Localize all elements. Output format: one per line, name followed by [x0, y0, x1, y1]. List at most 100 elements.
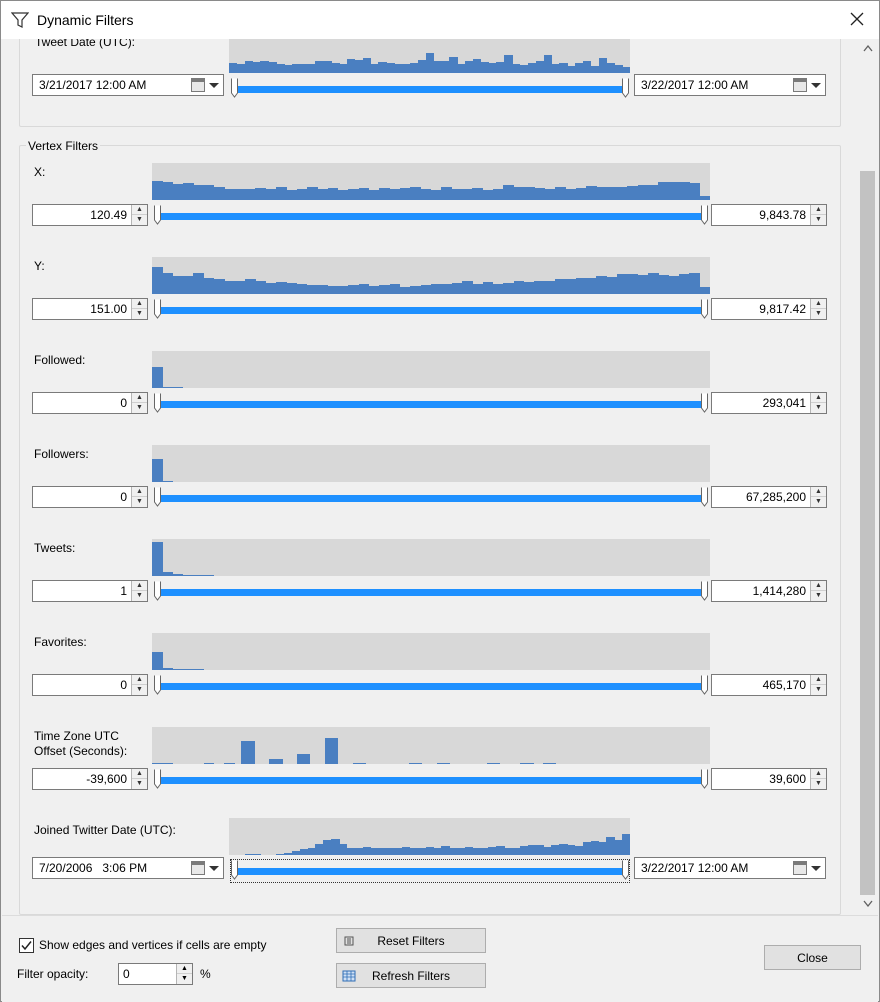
vertical-scrollbar[interactable] [857, 39, 878, 915]
y-max-value[interactable]: 9,817.42 [759, 302, 806, 316]
show-empty-checkbox[interactable] [19, 938, 34, 953]
spin-down-icon[interactable]: ▼ [811, 591, 826, 601]
calendar-icon[interactable] [191, 78, 205, 92]
favorites-min-value[interactable]: 0 [120, 678, 127, 692]
spin-buttons[interactable]: ▲ ▼ [810, 299, 826, 319]
spin-up-icon[interactable]: ▲ [811, 393, 826, 403]
spin-down-icon[interactable]: ▼ [132, 215, 147, 225]
slider-max-thumb[interactable] [622, 78, 629, 98]
calendar-icon[interactable] [191, 861, 205, 875]
spin-buttons[interactable]: ▲ ▼ [810, 769, 826, 789]
joined-twitter-date-utc-max-picker[interactable]: 3/22/2017 12:00 AM [634, 857, 826, 879]
filter-opacity-value[interactable]: 0 [123, 967, 130, 981]
calendar-icon[interactable] [793, 78, 807, 92]
y-max[interactable]: 9,817.42 ▲ ▼ [711, 298, 827, 320]
favorites-max-value[interactable]: 465,170 [763, 678, 806, 692]
filters-scroll-area[interactable]: Tweet Date (UTC): 3/21/2017 12:00 AM 3/2… [2, 39, 878, 915]
spin-up-icon[interactable]: ▲ [132, 487, 147, 497]
dropdown-arrow-icon[interactable] [811, 83, 821, 88]
joined-twitter-date-utc-slider[interactable] [230, 859, 630, 883]
tweets-min[interactable]: 1 ▲ ▼ [32, 580, 148, 602]
y-slider[interactable] [154, 299, 708, 321]
spin-down-icon[interactable]: ▼ [132, 779, 147, 789]
spin-buttons[interactable]: ▲ ▼ [810, 675, 826, 695]
close-button[interactable]: Close [764, 945, 861, 970]
favorites-slider[interactable] [154, 675, 708, 697]
spin-up-icon[interactable]: ▲ [132, 769, 147, 779]
tweets-min-value[interactable]: 1 [120, 584, 127, 598]
slider-min-thumb[interactable] [231, 78, 238, 98]
spin-buttons[interactable]: ▲ ▼ [810, 581, 826, 601]
time-zone-utc-offset-seconds-min[interactable]: -39,600 ▲ ▼ [32, 768, 148, 790]
slider-min-thumb[interactable] [154, 581, 161, 601]
spin-up-icon[interactable]: ▲ [811, 675, 826, 685]
tweets-max-value[interactable]: 1,414,280 [753, 584, 806, 598]
slider-max-thumb[interactable] [701, 299, 708, 319]
joined-twitter-date-utc-min-picker[interactable]: 7/20/2006 3:06 PM [32, 857, 224, 879]
spin-buttons[interactable]: ▲ ▼ [131, 769, 147, 789]
filter-opacity-spinner[interactable]: 0 ▲ ▼ [118, 963, 193, 985]
slider-min-thumb[interactable] [154, 675, 161, 695]
favorites-min[interactable]: 0 ▲ ▼ [32, 674, 148, 696]
slider-min-thumb[interactable] [154, 769, 161, 789]
slider-min-thumb[interactable] [154, 393, 161, 413]
spin-down-icon[interactable]: ▼ [132, 309, 147, 319]
tweets-slider[interactable] [154, 581, 708, 603]
spin-up-icon[interactable]: ▲ [132, 393, 147, 403]
tweet-date-max-picker[interactable]: 3/22/2017 12:00 AM [634, 74, 826, 96]
slider-max-thumb[interactable] [701, 581, 708, 601]
followers-min[interactable]: 0 ▲ ▼ [32, 486, 148, 508]
followers-min-value[interactable]: 0 [120, 490, 127, 504]
opacity-spin-buttons[interactable]: ▲ ▼ [176, 964, 192, 984]
spin-up-icon[interactable]: ▲ [811, 299, 826, 309]
dropdown-arrow-icon[interactable] [209, 866, 219, 871]
time-zone-utc-offset-seconds-max[interactable]: 39,600 ▲ ▼ [711, 768, 827, 790]
tweets-max[interactable]: 1,414,280 ▲ ▼ [711, 580, 827, 602]
tweet-date-min-picker[interactable]: 3/21/2017 12:00 AM [32, 74, 224, 96]
spin-down-icon[interactable]: ▼ [811, 309, 826, 319]
show-empty-label[interactable]: Show edges and vertices if cells are emp… [39, 938, 266, 952]
slider-max-thumb[interactable] [701, 675, 708, 695]
slider-max-thumb[interactable] [701, 205, 708, 225]
favorites-max[interactable]: 465,170 ▲ ▼ [711, 674, 827, 696]
spin-down-icon[interactable]: ▼ [132, 591, 147, 601]
spin-up-icon[interactable]: ▲ [132, 581, 147, 591]
spin-up-icon[interactable]: ▲ [177, 964, 192, 974]
followers-max-value[interactable]: 67,285,200 [746, 490, 806, 504]
dropdown-arrow-icon[interactable] [209, 83, 219, 88]
followed-min-value[interactable]: 0 [120, 396, 127, 410]
followers-max[interactable]: 67,285,200 ▲ ▼ [711, 486, 827, 508]
followed-max[interactable]: 293,041 ▲ ▼ [711, 392, 827, 414]
slider-min-thumb[interactable] [154, 299, 161, 319]
spin-buttons[interactable]: ▲ ▼ [810, 205, 826, 225]
x-max-value[interactable]: 9,843.78 [759, 208, 806, 222]
spin-buttons[interactable]: ▲ ▼ [131, 393, 147, 413]
slider-min-thumb[interactable] [154, 205, 161, 225]
followed-min[interactable]: 0 ▲ ▼ [32, 392, 148, 414]
spin-down-icon[interactable]: ▼ [811, 779, 826, 789]
spin-down-icon[interactable]: ▼ [177, 974, 192, 984]
reset-filters-button[interactable]: Reset Filters [336, 928, 486, 953]
time-zone-utc-offset-seconds-max-value[interactable]: 39,600 [769, 772, 806, 786]
spin-buttons[interactable]: ▲ ▼ [131, 581, 147, 601]
y-min[interactable]: 151.00 ▲ ▼ [32, 298, 148, 320]
spin-up-icon[interactable]: ▲ [132, 675, 147, 685]
slider-max-thumb[interactable] [701, 487, 708, 507]
spin-up-icon[interactable]: ▲ [811, 769, 826, 779]
spin-down-icon[interactable]: ▼ [132, 403, 147, 413]
spin-up-icon[interactable]: ▲ [811, 205, 826, 215]
spin-buttons[interactable]: ▲ ▼ [131, 675, 147, 695]
spin-down-icon[interactable]: ▼ [811, 497, 826, 507]
scroll-up-icon[interactable] [857, 41, 878, 58]
time-zone-utc-offset-seconds-slider[interactable] [154, 769, 708, 791]
slider-min-thumb[interactable] [154, 487, 161, 507]
spin-down-icon[interactable]: ▼ [811, 685, 826, 695]
slider-max-thumb[interactable] [701, 393, 708, 413]
y-min-value[interactable]: 151.00 [90, 302, 127, 316]
spin-buttons[interactable]: ▲ ▼ [131, 299, 147, 319]
spin-buttons[interactable]: ▲ ▼ [810, 393, 826, 413]
x-min[interactable]: 120.49 ▲ ▼ [32, 204, 148, 226]
refresh-filters-button[interactable]: Refresh Filters [336, 963, 486, 988]
slider-max-thumb[interactable] [701, 769, 708, 789]
scroll-down-icon[interactable] [857, 896, 878, 913]
